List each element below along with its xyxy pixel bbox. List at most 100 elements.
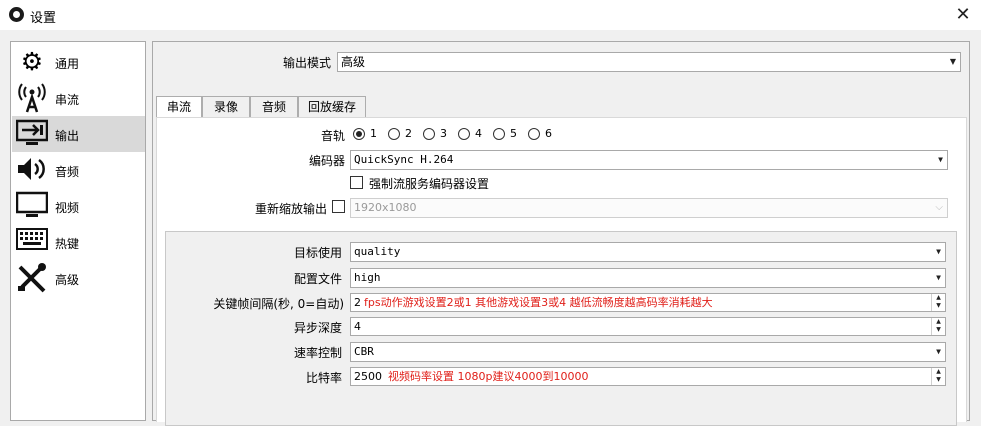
bitrate-value: 2500 [354,370,382,383]
audio-track-option-label: 1 [370,127,377,140]
audio-track-option-label: 5 [510,127,517,140]
chevron-down-icon: ▼ [949,57,956,66]
bitrate-label: 比特率 [305,371,342,385]
sidebar-item-hotkeys[interactable]: 热键 [12,224,145,260]
audio-track-radio-group: 1 2 3 4 5 6 [353,127,573,142]
chevron-down-icon: ▼ [936,273,941,282]
async-depth-label: 异步深度 [293,321,342,335]
output-mode-value: 高级 [341,55,366,69]
monitor-arrow-icon [15,119,49,145]
rate-control-select[interactable]: CBR ▼ [350,342,946,362]
gear-icon: ⚙ [20,47,44,76]
speaker-icon [16,155,48,185]
rescale-resolution-select[interactable]: 1920x1080 ⌵ [350,198,948,218]
output-mode-label: 输出模式 [282,56,331,70]
tab-audio[interactable]: 音频 [250,96,298,117]
spin-stepper[interactable]: ▲ ▼ [931,294,945,311]
settings-sidebar: ⚙ 通用 串流 输出 音频 视频 热键 高级 [10,41,146,421]
audio-track-radio-1[interactable] [353,128,365,140]
rescale-output-label: 重新缩放输出 [254,202,327,216]
tab-recording[interactable]: 录像 [202,96,250,117]
enforce-encoder-checkbox[interactable] [350,176,363,189]
audio-track-option-label: 2 [405,127,412,140]
keyframe-interval-spinbox[interactable]: 2 fps动作游戏设置2或1 其他游戏设置3或4 越低流畅度越高码率消耗越大 ▲ ▼ [350,293,946,312]
tools-icon [16,263,48,293]
tab-stream[interactable]: 串流 [156,96,202,118]
wrench-screwdriver-icon [18,263,46,293]
keyboard-icon [16,227,48,257]
sidebar-item-label: 高级 [55,273,80,287]
broadcast-icon [16,83,48,113]
chevron-down-icon: ▼ [938,155,943,164]
sidebar-item-label: 通用 [55,57,80,71]
spin-up-icon[interactable]: ▲ [936,318,941,325]
monitor-shape-icon [15,191,49,217]
sidebar-item-stream[interactable]: 串流 [12,80,145,116]
stream-tab-panel: 音轨 1 2 3 4 5 6 编码器 QuickSync H.264 ▼ 强制流… [156,117,967,426]
rescale-resolution-value: 1920x1080 [354,201,417,214]
async-depth-value: 4 [354,320,361,333]
keyframe-interval-label: 关键帧间隔(秒, 0=自动) [213,297,344,311]
keyboard-shape-icon [16,228,48,250]
audio-track-label: 音轨 [320,129,345,143]
target-usage-select[interactable]: quality ▼ [350,242,946,262]
audio-track-option-label: 3 [440,127,447,140]
speaker-waves-icon [18,158,45,180]
profile-label: 配置文件 [293,272,342,286]
encoder-select[interactable]: QuickSync H.264 ▼ [350,150,948,170]
async-depth-spinbox[interactable]: 4 ▲ ▼ [350,317,946,336]
sidebar-item-audio[interactable]: 音频 [12,152,145,188]
chevron-down-icon: ▼ [936,247,941,256]
keyframe-interval-note: fps动作游戏设置2或1 其他游戏设置3或4 越低流畅度越高码率消耗越大 [364,296,713,309]
bitrate-spinbox[interactable]: 2500 视频码率设置 1080p建议4000到10000 ▲ ▼ [350,367,946,386]
rate-control-value: CBR [354,345,374,358]
rescale-output-checkbox[interactable] [332,200,345,213]
output-settings-panel: 输出模式 高级 ▼ 串流 录像 音频 回放缓存 音轨 1 2 3 4 5 6 编… [152,41,970,426]
output-mode-select[interactable]: 高级 ▼ [337,52,961,72]
spin-up-icon[interactable]: ▲ [936,294,941,301]
spin-down-icon[interactable]: ▼ [936,302,941,309]
keyframe-interval-value: 2 [354,296,361,309]
obs-logo-icon [9,7,24,22]
profile-select[interactable]: high ▼ [350,268,946,288]
audio-track-radio-4[interactable] [458,128,470,140]
profile-value: high [354,271,381,284]
audio-track-radio-2[interactable] [388,128,400,140]
spin-down-icon[interactable]: ▼ [936,326,941,333]
spin-down-icon[interactable]: ▼ [936,376,941,383]
output-icon [15,119,49,149]
target-usage-value: quality [354,245,401,258]
sidebar-item-video[interactable]: 视频 [12,188,145,224]
sidebar-item-label: 输出 [55,129,80,143]
target-usage-label: 目标使用 [293,246,342,260]
encoder-value: QuickSync H.264 [354,153,454,166]
audio-track-radio-6[interactable] [528,128,540,140]
tab-replay-buffer[interactable]: 回放缓存 [298,96,366,117]
rate-control-label: 速率控制 [293,346,342,360]
sidebar-item-label: 热键 [55,237,80,251]
sidebar-item-advanced[interactable]: 高级 [12,260,145,296]
window-title: 设置 [30,11,57,26]
chevron-down-icon: ⌵ [935,202,943,213]
title-bar: 设置 ✕ [0,0,981,30]
sidebar-item-label: 音频 [55,165,80,179]
sidebar-item-label: 视频 [55,201,80,215]
sidebar-item-label: 串流 [55,93,80,107]
audio-track-radio-3[interactable] [423,128,435,140]
audio-track-radio-5[interactable] [493,128,505,140]
spin-up-icon[interactable]: ▲ [936,368,941,375]
sidebar-item-general[interactable]: ⚙ 通用 [12,44,145,80]
spin-stepper[interactable]: ▲ ▼ [931,368,945,385]
enforce-encoder-label: 强制流服务编码器设置 [369,177,490,191]
close-button[interactable]: ✕ [951,3,975,27]
encoder-settings-group: 目标使用 quality ▼ 配置文件 high ▼ 关键帧间隔(秒, 0=自动… [165,231,957,426]
bitrate-note: 视频码率设置 1080p建议4000到10000 [388,370,589,383]
chevron-down-icon: ▼ [936,347,941,356]
monitor-icon [15,191,49,221]
sidebar-item-output[interactable]: 输出 [12,116,145,152]
encoder-label: 编码器 [308,154,345,168]
broadcast-antenna-icon [18,83,46,113]
audio-track-option-label: 6 [545,127,552,140]
audio-track-option-label: 4 [475,127,482,140]
spin-stepper[interactable]: ▲ ▼ [931,318,945,335]
